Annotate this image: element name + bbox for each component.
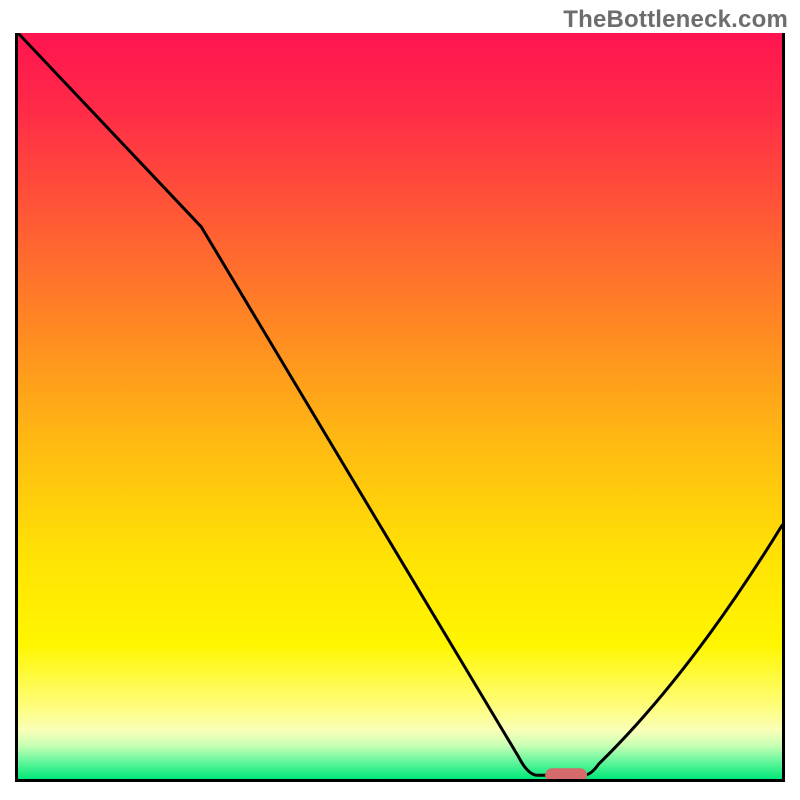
chart-frame bbox=[15, 33, 785, 782]
optimal-marker bbox=[545, 768, 587, 779]
watermark-text: TheBottleneck.com bbox=[563, 6, 788, 34]
gradient-background bbox=[18, 33, 782, 779]
bottleneck-chart bbox=[18, 33, 782, 779]
chart-container: TheBottleneck.com bbox=[0, 0, 800, 800]
